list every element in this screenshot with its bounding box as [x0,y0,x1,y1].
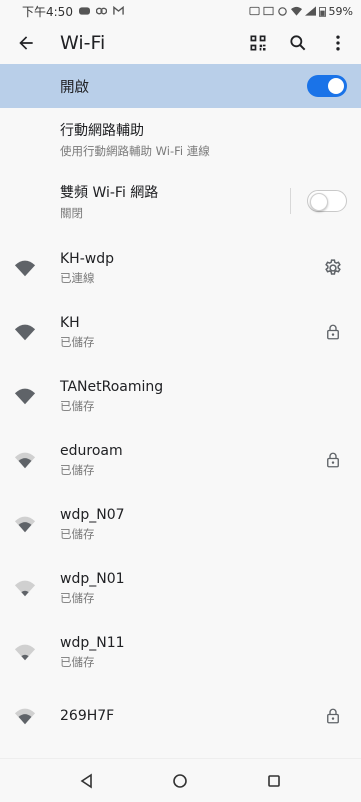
network-name: TANetRoaming [60,378,164,395]
dual-band-switch[interactable] [307,190,347,212]
lock-icon [327,708,339,724]
network-status: 已連線 [60,270,95,285]
wifi-signal-icon [14,324,36,341]
wifi-signal-icon [14,580,36,597]
option-subtitle: 關閉 [60,205,83,220]
network-trailing [319,323,347,341]
network-row[interactable]: wdp_N11 已儲存 [0,620,361,684]
search-button[interactable] [285,30,311,56]
nfc-icon [263,6,274,16]
network-name: wdp_N11 [60,634,125,651]
option-title: 雙頻 Wi-Fi 網路 [60,184,159,201]
mobile-data-assist-row[interactable]: 行動網路輔助 使用行動網路輔助 Wi-Fi 連線 [0,108,361,170]
lock-icon [327,452,339,468]
mobile-signal-icon [304,6,316,16]
wifi-signal-icon [14,516,36,533]
option-title: 行動網路輔助 [60,122,144,139]
wifi-signal-icon [14,260,36,277]
network-signal [14,705,60,727]
network-row[interactable]: eduroam 已儲存 [0,428,361,492]
network-status: 已儲存 [60,654,95,669]
wifi-signal-icon [14,708,36,725]
page-title: Wi-Fi [60,32,106,54]
network-status: 已儲存 [60,526,95,541]
status-time: 下午4:50 [22,4,73,19]
network-name: KH [60,314,80,331]
arrow-back-icon [19,36,33,50]
search-icon [290,35,306,51]
nav-recents-button[interactable] [259,766,289,796]
network-name: KH-wdp [60,250,114,267]
lock-icon [327,324,339,340]
line-app-icon [78,7,90,15]
network-status: 已儲存 [60,398,95,413]
battery-percent: 59% [328,4,353,18]
more-vert-icon [336,35,340,51]
qr-scan-button[interactable] [245,30,271,56]
network-status: 已儲存 [60,334,95,349]
more-options-button[interactable] [325,30,351,56]
network-signal [14,513,60,535]
network-status: 已儲存 [60,590,95,605]
network-signal [14,257,60,279]
screenshot-icon [249,6,260,16]
network-row[interactable]: TANetRoaming 已儲存 [0,364,361,428]
wifi-signal-icon [14,452,36,469]
nav-back-button[interactable] [72,766,102,796]
network-row[interactable]: wdp_N07 已儲存 [0,492,361,556]
network-signal [14,385,60,407]
network-list[interactable]: KH-wdp 已連線 KH 已儲存 TANetRoaming 已儲存 eduro… [0,236,361,758]
qr-code-icon [250,35,266,51]
network-name: 269H7F [60,708,115,724]
network-trailing [319,707,347,725]
link-icon [95,7,107,15]
wifi-master-switch[interactable] [307,75,347,97]
back-button[interactable] [14,31,38,55]
wifi-master-label: 開啟 [60,79,89,96]
network-signal [14,641,60,663]
network-row[interactable]: KH 已儲存 [0,300,361,364]
network-name: wdp_N07 [60,506,125,523]
nav-home-button[interactable] [165,766,195,796]
network-signal [14,449,60,471]
wifi-signal-icon [14,644,36,661]
network-status: 已儲存 [60,462,95,477]
network-name: eduroam [60,442,123,459]
wifi-signal-icon [14,388,36,405]
network-signal [14,321,60,343]
dual-band-wifi-row[interactable]: 雙頻 Wi-Fi 網路 關閉 [0,170,361,232]
network-signal [14,577,60,599]
divider [290,188,291,214]
network-trailing [319,258,347,278]
option-subtitle: 使用行動網路輔助 Wi-Fi 連線 [60,143,210,158]
network-row[interactable]: wdp_N01 已儲存 [0,556,361,620]
app-bar: Wi-Fi [0,22,361,64]
gmail-icon [113,6,124,15]
triangle-back-icon [80,773,92,788]
square-recents-icon [268,774,280,787]
battery-icon [318,6,326,17]
system-nav-bar [0,758,361,802]
wifi-status-icon [290,6,302,16]
gear-icon[interactable] [323,258,343,278]
alarm-icon [277,7,287,16]
network-row[interactable]: 269H7F [0,684,361,748]
network-name: wdp_N01 [60,570,125,587]
wifi-master-toggle-row[interactable]: 開啟 [0,64,361,108]
network-row[interactable]: KH-wdp 已連線 [0,236,361,300]
status-bar: 下午4:50 59% [0,0,361,22]
circle-home-icon [173,773,188,788]
network-trailing [319,451,347,469]
